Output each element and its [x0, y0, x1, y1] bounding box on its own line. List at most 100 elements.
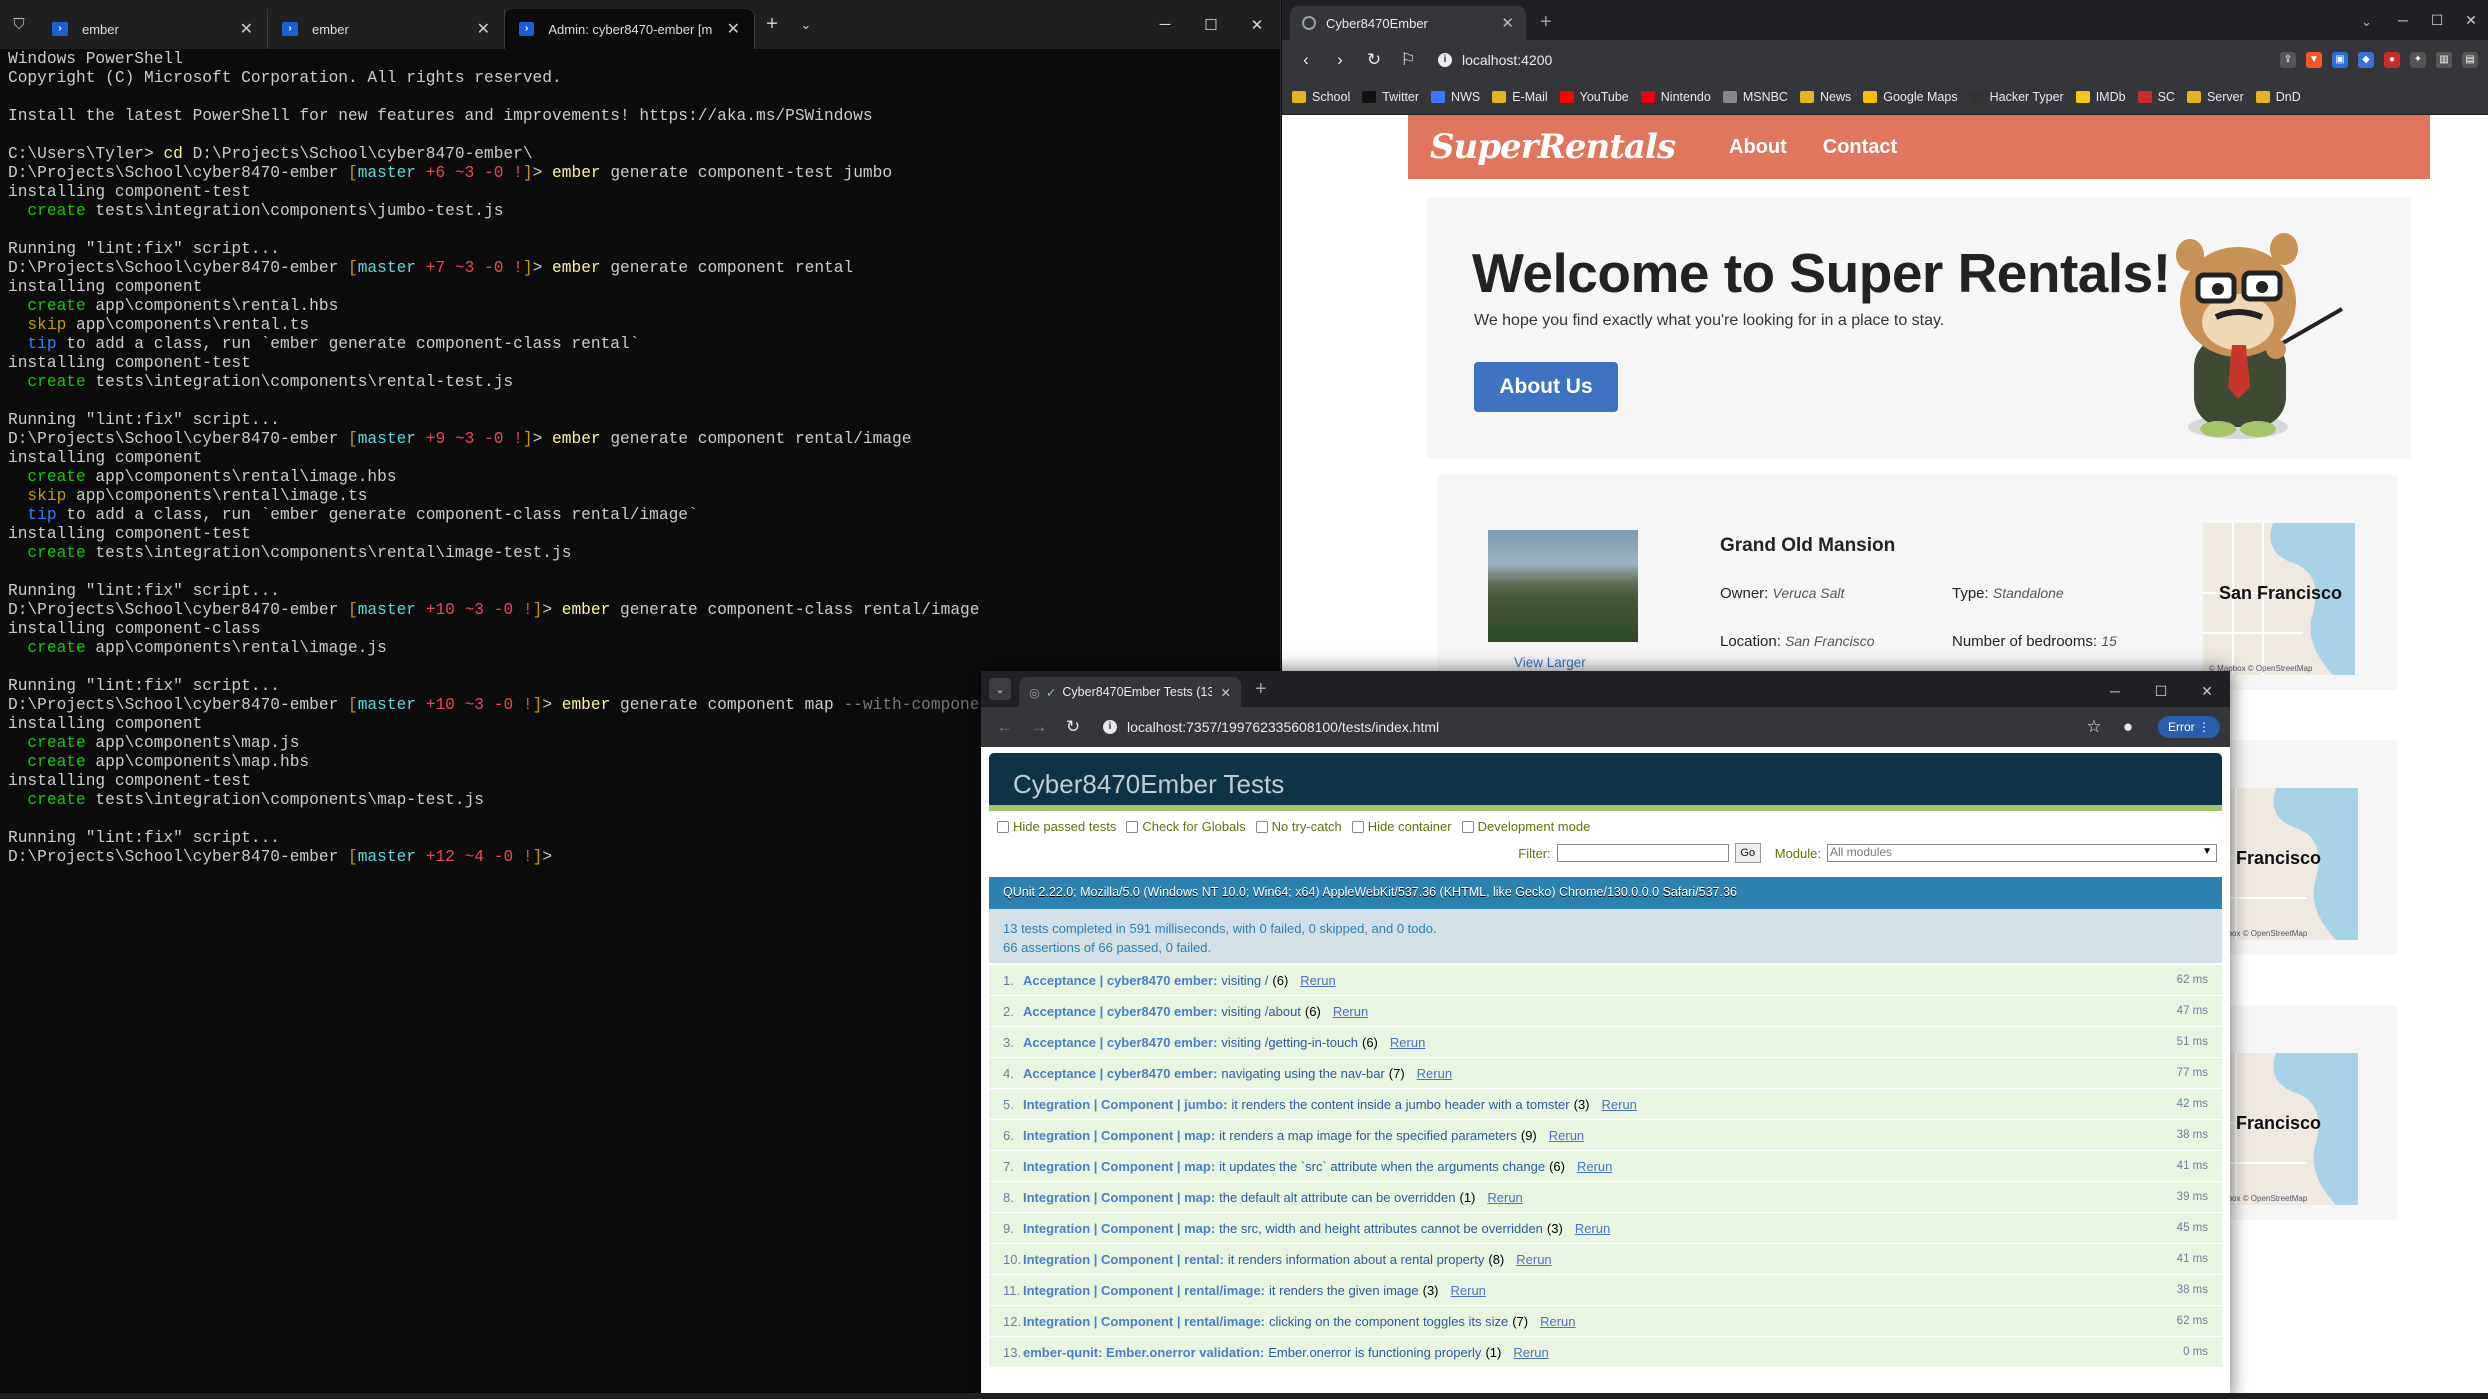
- go-button[interactable]: Go: [1734, 843, 1761, 863]
- chevron-down-icon[interactable]: ⌄: [2347, 14, 2386, 40]
- bookmark-item[interactable]: Hacker Typer: [1969, 90, 2064, 104]
- rerun-link[interactable]: Rerun: [1451, 1283, 1486, 1298]
- close-icon[interactable]: ✕: [2454, 0, 2488, 40]
- checkbox-icon[interactable]: [1126, 820, 1139, 833]
- bookmark-icon[interactable]: ⚐: [1394, 46, 1422, 74]
- reload-icon[interactable]: ↻: [1360, 46, 1388, 74]
- chevron-down-icon[interactable]: ⌄: [989, 678, 1011, 700]
- close-icon[interactable]: ✕: [727, 19, 740, 39]
- rerun-link[interactable]: Rerun: [1540, 1314, 1575, 1329]
- bookmark-item[interactable]: SC: [2137, 90, 2175, 104]
- address-text[interactable]: localhost:7357/199762335608100/tests/ind…: [1127, 719, 1439, 735]
- address-bar[interactable]: i localhost:7357/199762335608100/tests/i…: [1093, 712, 1449, 742]
- test-row[interactable]: 4. Acceptance | cyber8470 ember: navigatin…: [989, 1058, 2222, 1089]
- error-button[interactable]: Error ⋮: [2157, 716, 2220, 738]
- terminal-tab-2[interactable]: › ember ✕: [268, 9, 505, 49]
- minimize-icon[interactable]: ─: [1142, 0, 1188, 49]
- filter-input[interactable]: [1556, 844, 1729, 862]
- address-bar[interactable]: i localhost:4200: [1428, 45, 1562, 75]
- rerun-link[interactable]: Rerun: [1577, 1159, 1612, 1174]
- rerun-link[interactable]: Rerun: [1602, 1097, 1637, 1112]
- rerun-link[interactable]: Rerun: [1575, 1221, 1610, 1236]
- new-tab-icon[interactable]: +: [1526, 11, 1566, 40]
- test-row[interactable]: 6. Integration | Component | map: it rende…: [989, 1120, 2222, 1151]
- option-checkbox[interactable]: Hide passed tests: [997, 819, 1116, 834]
- test-row[interactable]: 8. Integration | Component | map: the defa…: [989, 1182, 2222, 1213]
- bookmark-item[interactable]: News: [1799, 90, 1851, 104]
- checkbox-icon[interactable]: [1461, 820, 1474, 833]
- checkbox-icon[interactable]: [997, 820, 1009, 833]
- checkbox-icon[interactable]: [1351, 820, 1364, 833]
- test-row[interactable]: 11. Integration | Component | rental/imag…: [989, 1275, 2222, 1306]
- rerun-link[interactable]: Rerun: [1333, 1004, 1368, 1019]
- minimize-icon[interactable]: ─: [2092, 671, 2138, 711]
- rental-image[interactable]: [1488, 530, 1638, 642]
- rerun-link[interactable]: Rerun: [1417, 1066, 1452, 1081]
- maximize-icon[interactable]: ☐: [2420, 0, 2454, 40]
- bookmark-item[interactable]: IMDb: [2075, 90, 2126, 104]
- close-icon[interactable]: ✕: [477, 19, 490, 39]
- chevron-down-icon[interactable]: ⌄: [789, 17, 823, 33]
- bitwarden-icon[interactable]: ▣: [2332, 52, 2348, 68]
- test-row[interactable]: 3. Acceptance | cyber8470 ember: visiting …: [989, 1027, 2222, 1058]
- profile-icon[interactable]: ●: [2114, 713, 2142, 741]
- view-larger-link[interactable]: View Larger: [1514, 655, 1586, 670]
- new-tab-icon[interactable]: +: [1241, 678, 1281, 701]
- extension-icon[interactable]: ◆: [2358, 52, 2374, 68]
- option-checkbox[interactable]: Check for Globals: [1126, 819, 1246, 834]
- forward-icon[interactable]: →: [1025, 713, 1053, 741]
- bookmark-item[interactable]: YouTube: [1559, 90, 1629, 104]
- bookmark-item[interactable]: DnD: [2255, 90, 2301, 104]
- rerun-link[interactable]: Rerun: [1300, 973, 1335, 988]
- test-row[interactable]: 2. Acceptance | cyber8470 ember: visiting …: [989, 996, 2222, 1027]
- nav-contact-link[interactable]: Contact: [1823, 136, 1897, 159]
- test-row[interactable]: 1. Acceptance | cyber8470 ember: visiting …: [989, 965, 2222, 996]
- bookmark-item[interactable]: Twitter: [1362, 90, 1419, 104]
- forward-icon[interactable]: ›: [1326, 46, 1354, 74]
- bookmark-item[interactable]: E-Mail: [1492, 90, 1548, 104]
- option-checkbox[interactable]: Hide container: [1351, 819, 1452, 834]
- test-row[interactable]: 5. Integration | Component | jumbo: it ren…: [989, 1089, 2222, 1120]
- nav-about-link[interactable]: About: [1729, 136, 1787, 159]
- about-us-button[interactable]: About Us: [1474, 362, 1618, 412]
- info-icon[interactable]: i: [1103, 720, 1117, 734]
- rerun-link[interactable]: Rerun: [1516, 1252, 1551, 1267]
- checkbox-icon[interactable]: [1255, 820, 1268, 833]
- minimize-icon[interactable]: ─: [2386, 0, 2420, 40]
- browser-tab[interactable]: Cyber8470Ember ✕: [1290, 6, 1526, 40]
- reload-icon[interactable]: ↻: [1059, 713, 1087, 741]
- close-icon[interactable]: ✕: [1501, 14, 1514, 32]
- close-icon[interactable]: ✕: [1234, 0, 1280, 49]
- back-icon[interactable]: ←: [991, 713, 1019, 741]
- close-icon[interactable]: ✕: [2184, 671, 2230, 711]
- close-icon[interactable]: ✕: [1221, 685, 1231, 700]
- test-row[interactable]: 10. Integration | Component | rental: it r…: [989, 1244, 2222, 1275]
- puzzle-icon[interactable]: ✦: [2410, 52, 2426, 68]
- share-icon[interactable]: ⇪: [2280, 52, 2296, 68]
- rerun-link[interactable]: Rerun: [1513, 1345, 1548, 1360]
- sidebar-icon[interactable]: ▥: [2436, 52, 2452, 68]
- brand-link[interactable]: SuperRentals: [1430, 127, 1676, 167]
- test-row[interactable]: 9. Integration | Component | map: the src,…: [989, 1213, 2222, 1244]
- info-icon[interactable]: i: [1438, 53, 1452, 67]
- ublock-icon[interactable]: ●: [2384, 52, 2400, 68]
- bookmark-item[interactable]: Server: [2186, 90, 2244, 104]
- back-icon[interactable]: ‹: [1292, 46, 1320, 74]
- new-tab-icon[interactable]: +: [755, 13, 789, 36]
- bookmark-item[interactable]: School: [1292, 90, 1350, 104]
- bookmark-item[interactable]: Google Maps: [1863, 90, 1958, 104]
- bookmark-item[interactable]: Nintendo: [1640, 90, 1711, 104]
- option-checkbox[interactable]: No try-catch: [1255, 819, 1342, 834]
- star-icon[interactable]: ☆: [2080, 713, 2108, 741]
- rerun-link[interactable]: Rerun: [1549, 1128, 1584, 1143]
- maximize-icon[interactable]: ☐: [1188, 0, 1234, 49]
- browser-tab[interactable]: ◎ ✓ Cyber8470Ember Tests (13/ ✕: [1019, 677, 1241, 707]
- wallet-icon[interactable]: ▤: [2462, 52, 2478, 68]
- close-icon[interactable]: ✕: [240, 19, 253, 39]
- rerun-link[interactable]: Rerun: [1487, 1190, 1522, 1205]
- terminal-tab-3[interactable]: › Admin: cyber8470-ember [ma ✕: [505, 9, 755, 49]
- test-row[interactable]: 13. ember-qunit: Ember.onerror validation…: [989, 1337, 2222, 1368]
- terminal-tab-1[interactable]: › ember ✕: [38, 9, 268, 49]
- bookmark-item[interactable]: MSNBC: [1722, 90, 1788, 104]
- maximize-icon[interactable]: ☐: [2138, 671, 2184, 711]
